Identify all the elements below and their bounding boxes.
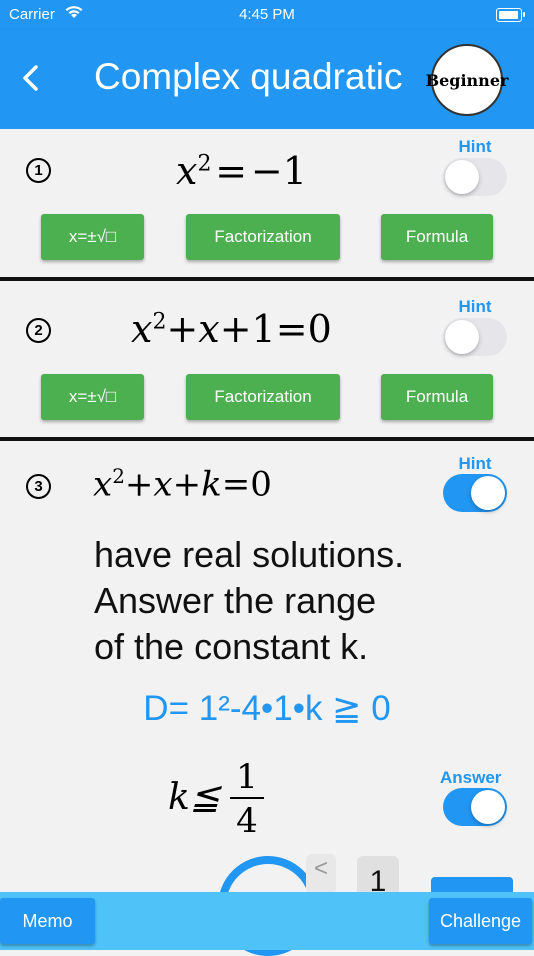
sqrt-method-button[interactable]: x=±√□ <box>41 374 144 420</box>
hint-label: Hint <box>458 454 492 473</box>
status-time: 4:45 PM <box>239 6 295 23</box>
formula-button[interactable]: Formula <box>381 374 493 420</box>
factorization-button[interactable]: Factorization <box>186 374 340 420</box>
sqrt-method-button[interactable]: x=±√□ <box>41 214 144 260</box>
problem-number-badge: 2 <box>26 318 51 343</box>
memo-button[interactable]: Memo <box>0 898 95 944</box>
battery-icon <box>496 8 525 22</box>
answer-fraction: 1 4 <box>230 757 264 841</box>
formula-button[interactable]: Formula <box>381 214 493 260</box>
answer-toggle[interactable] <box>443 788 507 826</box>
problem-equation: x2 = −1 <box>176 149 307 193</box>
hint-label: Hint <box>458 137 492 156</box>
back-button[interactable] <box>14 60 50 96</box>
problem-number-badge: 1 <box>26 158 51 183</box>
page-title: Complex quadratic <box>94 56 403 97</box>
answer-lhs: k≦ <box>168 777 220 818</box>
problem-equation: x2+x+k=0 <box>93 464 272 505</box>
problem-statement: have real solutions. Answer the range of… <box>94 534 405 667</box>
answer-label: Answer <box>440 768 502 787</box>
problem-number-badge: 3 <box>26 474 51 499</box>
hint-toggle[interactable] <box>443 158 507 196</box>
app-bar: Complex quadratic Beginner <box>0 30 534 129</box>
hint-toggle[interactable] <box>443 318 507 356</box>
problem-equation: x2+x+1=0 <box>131 307 332 351</box>
factorization-button[interactable]: Factorization <box>186 214 340 260</box>
hint-toggle[interactable] <box>443 474 507 512</box>
level-badge[interactable]: Beginner <box>426 44 508 116</box>
problem-1-section: 1 x2 = −1 Hint x=±√□ Factorization Formu… <box>0 129 534 277</box>
challenge-button[interactable]: Challenge <box>429 898 532 944</box>
answer-denominator: 4 <box>236 801 258 841</box>
section-divider <box>0 437 534 441</box>
problem-2-section: 2 x2+x+1=0 Hint x=±√□ Factorization Form… <box>0 281 534 437</box>
status-bar: Carrier 4:45 PM <box>0 0 534 30</box>
hint-discriminant: D= 1²-4•1•k ≧ 0 <box>143 689 391 728</box>
answer-numerator: 1 <box>236 757 258 797</box>
hint-label: Hint <box>458 297 492 316</box>
arrow-button-partial[interactable]: < <box>306 854 336 894</box>
bottom-bar: Memo Challenge <box>0 892 534 950</box>
chevron-left-icon <box>23 65 38 91</box>
